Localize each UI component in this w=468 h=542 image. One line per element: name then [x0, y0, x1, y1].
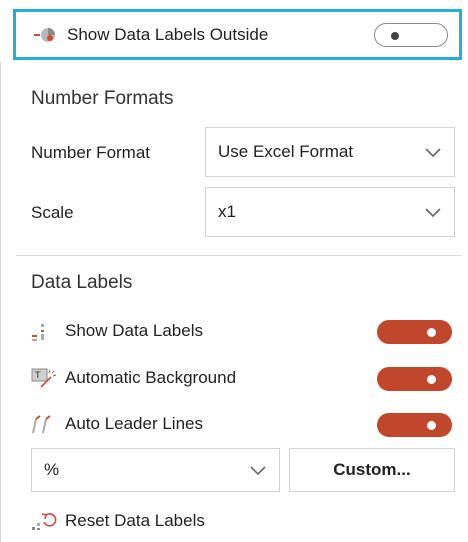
section-divider — [16, 255, 462, 256]
show-data-labels-icon — [32, 324, 44, 341]
automatic-background-row[interactable]: T Automatic Background — [31, 367, 236, 389]
automatic-background-icon: T — [31, 368, 57, 388]
custom-format-button[interactable]: Custom... — [289, 448, 455, 492]
show-data-labels-label: Show Data Labels — [65, 321, 203, 340]
number-formats-heading: Number Formats — [31, 88, 174, 109]
toggle-knob — [427, 375, 436, 384]
data-labels-outside-icon — [34, 27, 55, 42]
auto-leader-lines-label: Auto Leader Lines — [65, 414, 203, 433]
show-data-labels-toggle[interactable] — [377, 320, 452, 344]
label-format-value: % — [44, 460, 60, 479]
toggle-knob — [427, 421, 436, 430]
reset-data-labels-label: Reset Data Labels — [65, 511, 205, 530]
panel-left-border — [0, 62, 1, 542]
toggle-knob — [427, 328, 436, 337]
show-data-labels-row[interactable]: Show Data Labels — [31, 320, 203, 342]
chevron-down-icon — [425, 148, 441, 158]
leader-lines-icon — [32, 415, 51, 434]
chevron-down-icon — [425, 208, 441, 218]
chevron-down-icon — [250, 466, 266, 476]
toggle-knob — [391, 32, 399, 40]
number-format-select[interactable]: Use Excel Format — [205, 127, 455, 177]
reset-icon — [32, 513, 57, 530]
auto-leader-lines-row[interactable]: Auto Leader Lines — [31, 413, 203, 435]
show-data-labels-outside-row[interactable]: Show Data Labels Outside — [13, 9, 462, 60]
automatic-background-label: Automatic Background — [65, 368, 237, 387]
show-data-labels-outside-toggle[interactable] — [374, 23, 448, 47]
label-format-select[interactable]: % — [31, 448, 280, 492]
automatic-background-toggle[interactable] — [377, 367, 452, 391]
scale-value: x1 — [218, 202, 236, 221]
reset-data-labels-button[interactable]: Reset Data Labels — [31, 510, 205, 532]
auto-leader-lines-toggle[interactable] — [377, 413, 452, 437]
number-format-label: Number Format — [31, 143, 151, 162]
svg-text:T: T — [34, 371, 41, 381]
scale-select[interactable]: x1 — [205, 187, 455, 237]
show-data-labels-outside-label: Show Data Labels Outside — [67, 24, 269, 44]
data-labels-heading: Data Labels — [31, 272, 133, 293]
format-panel: Show Data Labels Outside Number Formats … — [0, 0, 468, 542]
scale-label: Scale — [31, 203, 74, 222]
number-format-value: Use Excel Format — [218, 142, 354, 161]
